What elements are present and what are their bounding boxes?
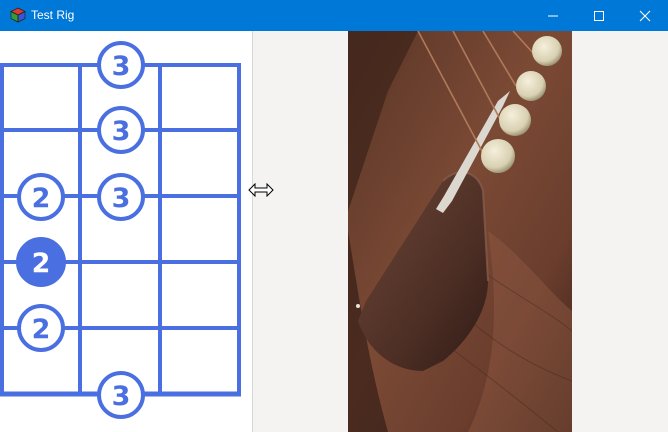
svg-text:3: 3	[112, 116, 131, 147]
chord-diagram-panel: 3 3 2 3 2 2 3	[0, 31, 252, 432]
finger-marker: 3	[97, 41, 145, 89]
svg-text:3: 3	[112, 183, 131, 214]
finger-marker: 3	[97, 371, 145, 419]
title-bar[interactable]: Test Rig	[0, 0, 668, 31]
image-panel	[253, 31, 668, 432]
close-button[interactable]	[622, 0, 668, 31]
svg-text:2: 2	[32, 314, 51, 345]
close-icon	[639, 10, 651, 22]
svg-text:2: 2	[32, 248, 51, 279]
finger-marker: 3	[97, 106, 145, 154]
svg-text:3: 3	[112, 51, 131, 82]
minimize-icon	[548, 15, 558, 17]
app-window: Test Rig 3 3 2 3 2 2 3	[0, 0, 668, 432]
chord-diagram: 3 3 2 3 2 2 3	[0, 41, 241, 419]
finger-marker: 3	[97, 173, 145, 221]
minimize-button[interactable]	[530, 0, 576, 31]
horizontal-resize-cursor-icon	[248, 182, 274, 198]
svg-text:2: 2	[32, 183, 51, 214]
finger-marker: 2	[17, 173, 65, 221]
guitar-bridge-photo	[348, 31, 572, 432]
svg-text:3: 3	[112, 381, 131, 412]
maximize-button[interactable]	[576, 0, 622, 31]
finger-marker-filled: 2	[16, 237, 66, 287]
window-title: Test Rig	[31, 8, 75, 22]
app-cube-icon	[10, 7, 26, 23]
finger-marker: 2	[17, 304, 65, 352]
maximize-icon	[594, 11, 604, 21]
